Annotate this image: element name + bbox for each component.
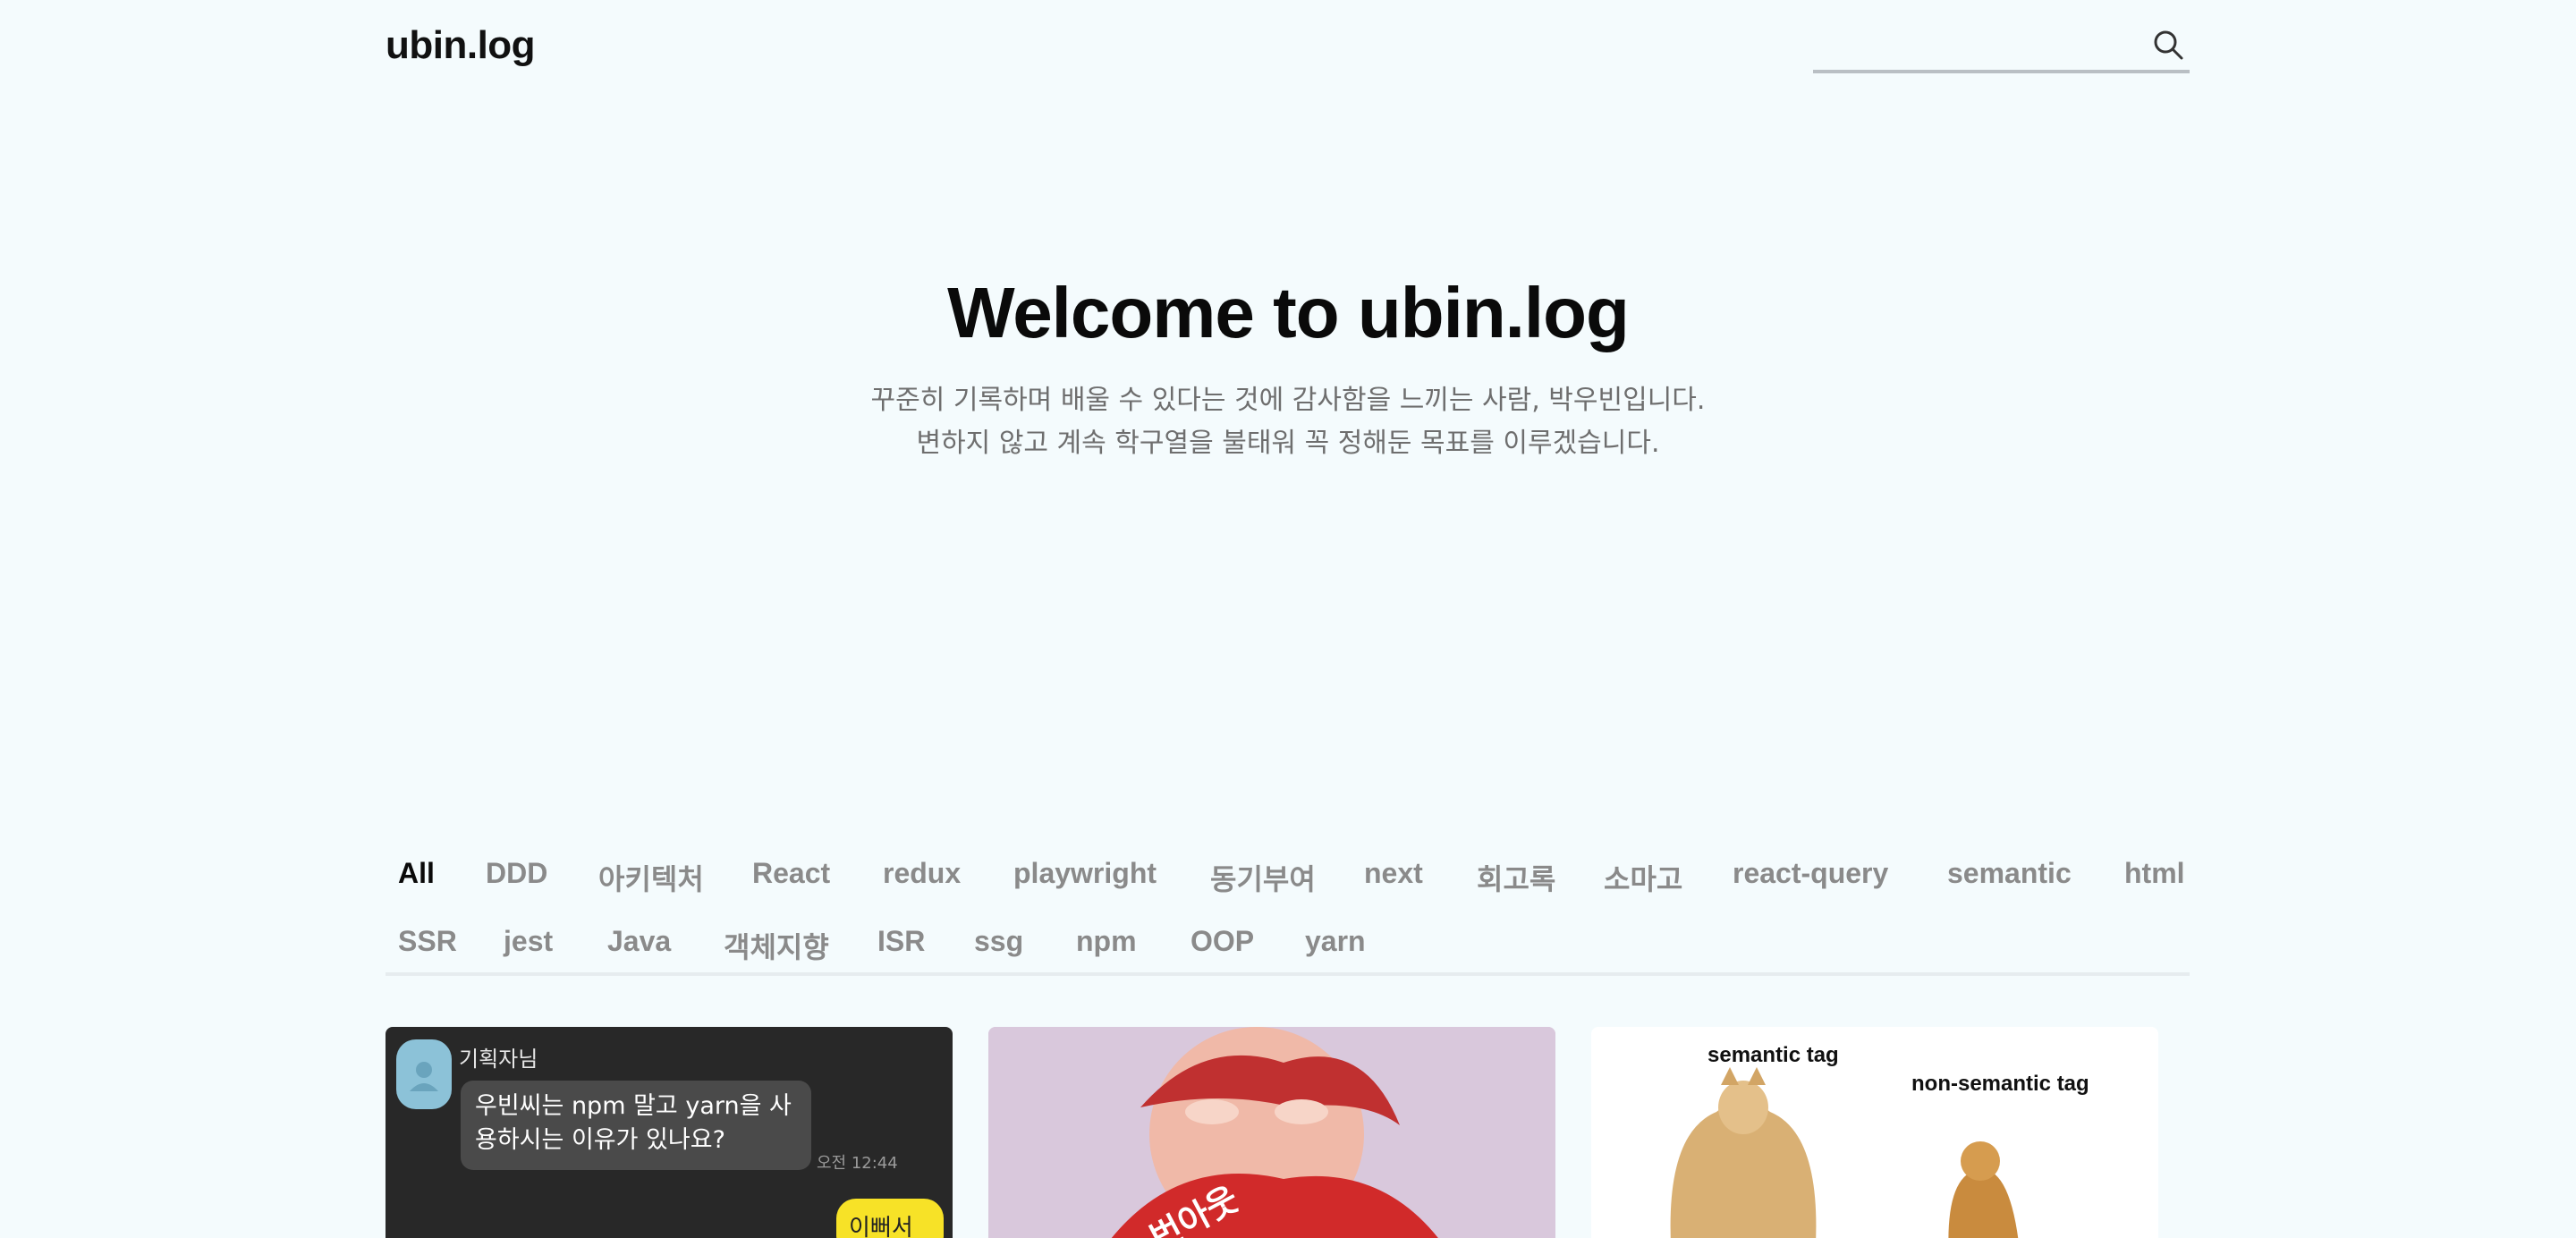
tag-npm[interactable]: npm: [1076, 925, 1137, 958]
tag-java[interactable]: Java: [607, 925, 671, 958]
hero-subtitle-line-1: 꾸준히 기록하며 배울 수 있다는 것에 감사함을 느끼는 사람, 박우빈입니다…: [870, 385, 1706, 416]
tag-semantic[interactable]: semantic: [1947, 857, 2072, 890]
tag-all[interactable]: All: [398, 857, 435, 890]
tag-jest[interactable]: jest: [504, 925, 553, 958]
hero-title: Welcome to ubin.log: [947, 273, 1630, 352]
tag-ssg[interactable]: ssg: [974, 925, 1023, 958]
tag-yarn[interactable]: yarn: [1305, 925, 1366, 958]
tag-playwright[interactable]: playwright: [1013, 857, 1157, 890]
site-header: ubin.log: [0, 0, 2576, 98]
tag-row-2: SSR jest Java 객체지향 ISR ssg npm OOP yarn: [386, 909, 2190, 977]
chat-sender-name: 기획자님: [459, 1047, 538, 1072]
hero-subtitle: 꾸준히 기록하며 배울 수 있다는 것에 감사함을 느끼는 사람, 박우빈입니다…: [0, 379, 2576, 465]
chat-timestamp: 오전 12:44: [817, 1154, 898, 1173]
search-bar: [1813, 21, 2190, 73]
post-card[interactable]: 번아웃: [988, 1027, 1555, 1238]
search-input[interactable]: [1813, 27, 2135, 63]
post-card[interactable]: semantic tag non-semantic tag: [1591, 1027, 2158, 1238]
semantic-tag-label: semantic tag: [1707, 1043, 1839, 1067]
tag-divider: [386, 972, 2190, 976]
tag-oop-korean[interactable]: 객체지향: [724, 925, 829, 966]
tag-redux[interactable]: redux: [883, 857, 961, 890]
post-card-grid: 기획자님 우빈씨는 npm 말고 yarn을 사용하시는 이유가 있나요? 오전…: [386, 1027, 2190, 1238]
post-card[interactable]: 기획자님 우빈씨는 npm 말고 yarn을 사용하시는 이유가 있나요? 오전…: [386, 1027, 953, 1238]
non-semantic-tag-label: non-semantic tag: [1911, 1072, 2089, 1096]
tag-react-query[interactable]: react-query: [1733, 857, 1888, 890]
tag-ssr[interactable]: SSR: [398, 925, 457, 958]
tag-html[interactable]: html: [2124, 857, 2185, 890]
doge-meme-illustration: [1591, 1027, 2158, 1238]
tag-filter-list: All DDD 아키텍처 React redux playwright 동기부여…: [386, 841, 2190, 977]
tag-somago[interactable]: 소마고: [1604, 857, 1682, 898]
tag-row-1: All DDD 아키텍처 React redux playwright 동기부여…: [386, 841, 2190, 909]
person-icon: [410, 1062, 438, 1091]
site-logo[interactable]: ubin.log: [386, 23, 536, 68]
tag-architecture[interactable]: 아키텍처: [598, 857, 704, 898]
avatar: [396, 1039, 452, 1109]
hero-subtitle-line-2: 변하지 않고 계속 학구열을 불태워 꼭 정해둔 목표를 이루겠습니다.: [916, 428, 1660, 459]
tag-ddd[interactable]: DDD: [486, 857, 547, 890]
tag-oop[interactable]: OOP: [1191, 925, 1254, 958]
chat-reply-bubble: 이뻐서요: [836, 1199, 944, 1238]
chat-message-bubble: 우빈씨는 npm 말고 yarn을 사용하시는 이유가 있나요?: [461, 1081, 811, 1170]
burnout-illustration: 번아웃: [988, 1027, 1555, 1238]
tag-isr[interactable]: ISR: [877, 925, 925, 958]
tag-react[interactable]: React: [752, 857, 830, 890]
tag-retrospective[interactable]: 회고록: [1477, 857, 1555, 898]
tag-motivation[interactable]: 동기부여: [1210, 857, 1316, 898]
search-icon[interactable]: [2152, 29, 2184, 61]
hero-section: Welcome to ubin.log 꾸준히 기록하며 배울 수 있다는 것에…: [0, 259, 2576, 465]
tag-next[interactable]: next: [1364, 857, 1423, 890]
